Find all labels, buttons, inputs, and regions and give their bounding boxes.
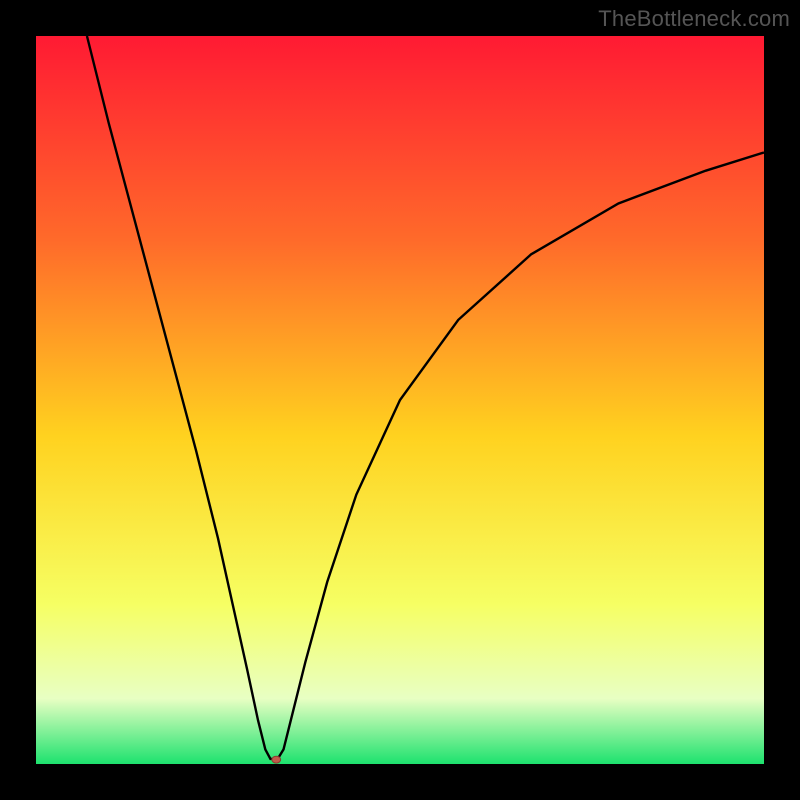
chart-container: TheBottleneck.com [0, 0, 800, 800]
minimum-marker [272, 756, 281, 763]
chart-svg [0, 0, 800, 800]
watermark-text: TheBottleneck.com [598, 6, 790, 32]
